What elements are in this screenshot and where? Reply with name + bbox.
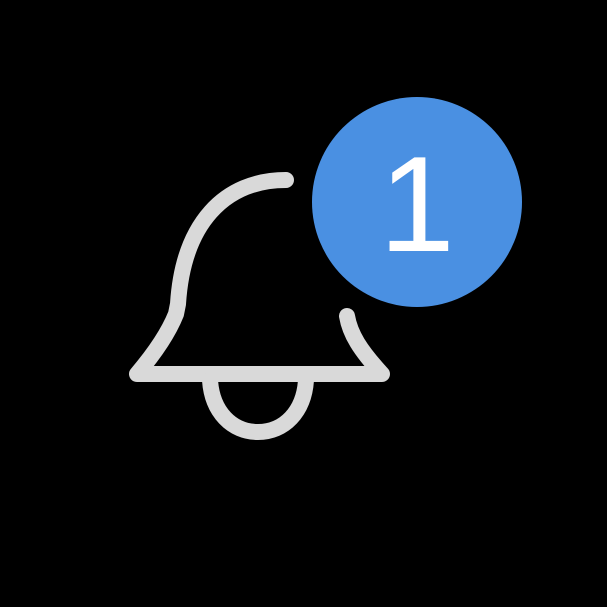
notification-badge: 1 [312, 97, 522, 307]
notification-canvas: 1 [0, 0, 607, 607]
notification-count: 1 [379, 128, 455, 280]
notifications-button[interactable]: 1 [0, 0, 607, 607]
bell-icon [129, 172, 390, 440]
